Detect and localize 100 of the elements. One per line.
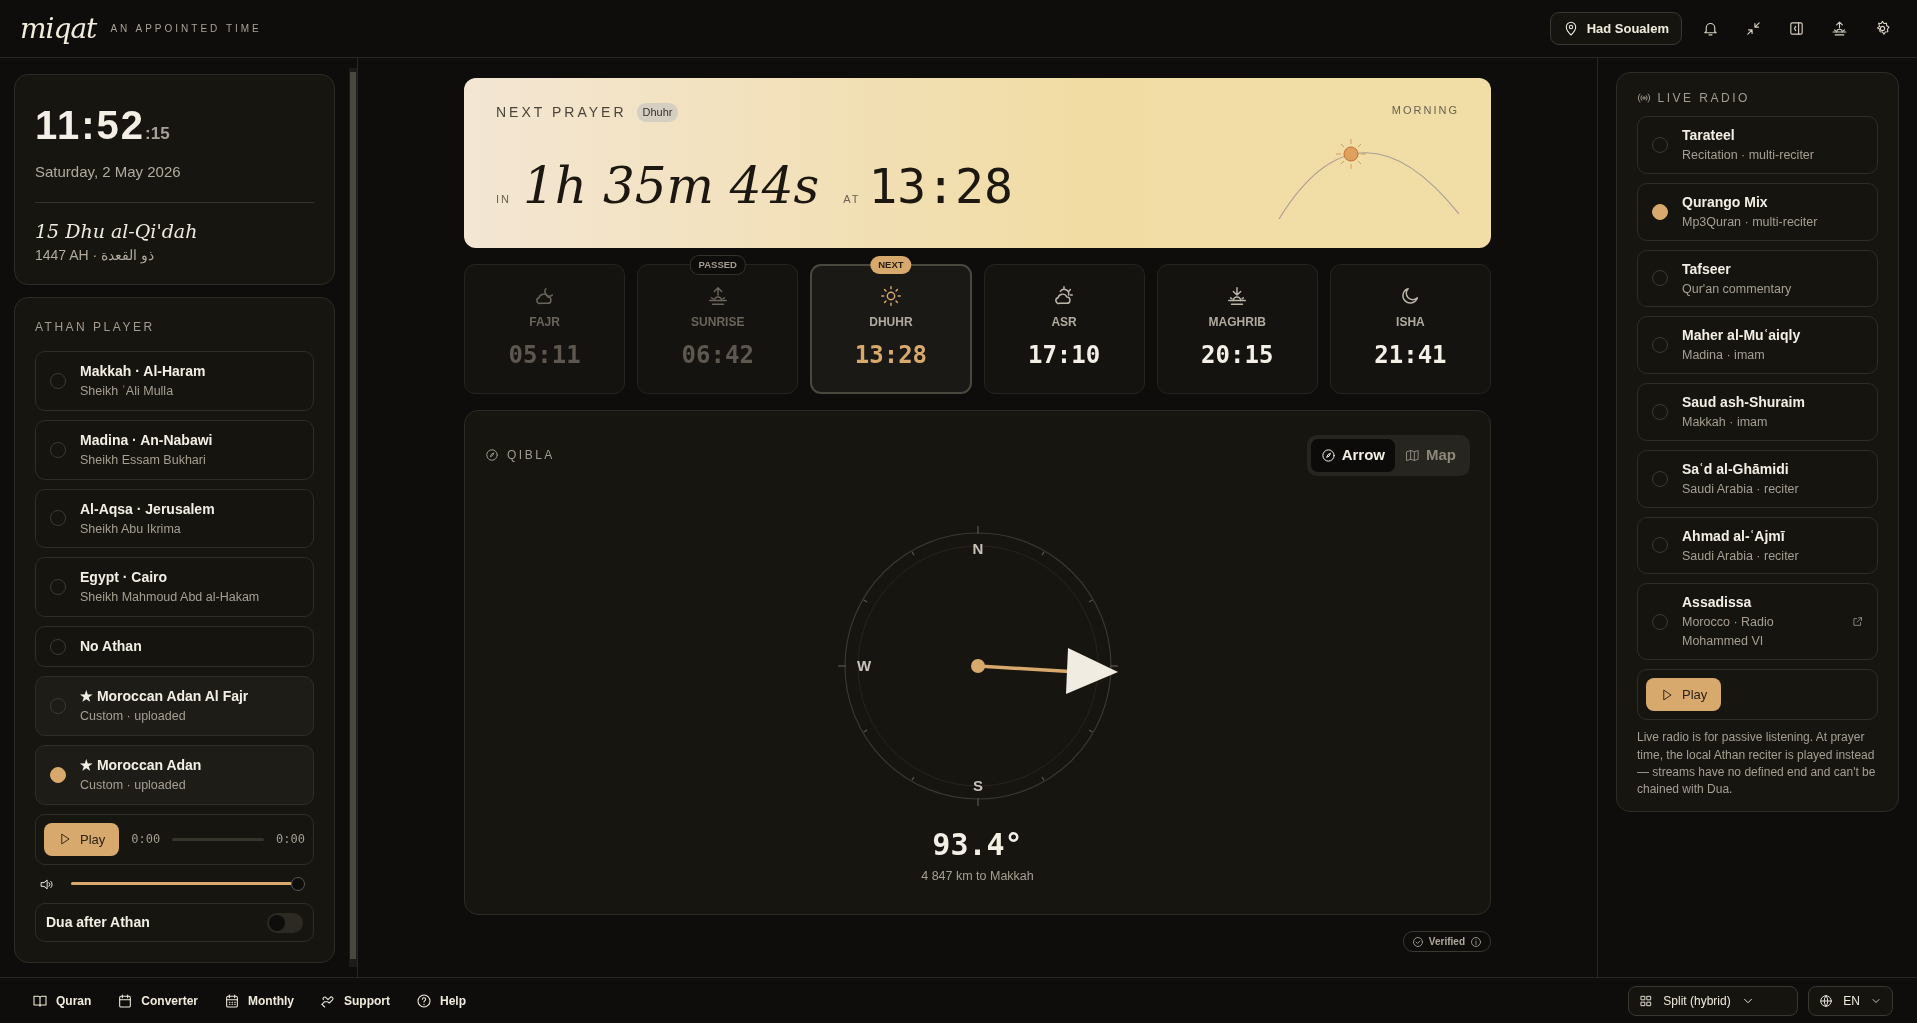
athan-option[interactable]: ★ Moroccan Adan Al Fajr Custom · uploaded: [35, 676, 314, 736]
scrollbar[interactable]: [349, 68, 357, 967]
option-subtitle: Recitation · multi-reciter: [1682, 147, 1815, 164]
option-title: ★ Moroccan Adan Al Fajr: [80, 687, 250, 706]
prayer-time: 05:11: [508, 340, 581, 371]
location-button[interactable]: Had Soualem: [1549, 11, 1682, 46]
prayer-name: FAJR: [529, 314, 560, 331]
option-subtitle: Qur'an commentary: [1682, 280, 1793, 298]
gregorian-date: Saturday, 2 May 2026: [35, 162, 182, 182]
prayer-name: ISHA: [1396, 314, 1425, 331]
option-subtitle: Custom · uploaded: [80, 708, 187, 725]
footer-link[interactable]: Converter: [109, 987, 207, 1014]
help-icon: [416, 992, 433, 1009]
sunrise-icon: [706, 285, 729, 307]
view-tab[interactable]: Map: [1395, 439, 1466, 472]
radio-station-option[interactable]: Tafseer Qur'an commentary: [1637, 249, 1878, 308]
footer-link[interactable]: Support: [312, 987, 399, 1014]
status-badge: NEXT: [870, 256, 912, 275]
radio-station-option[interactable]: Tarateel Recitation · multi-reciter: [1637, 116, 1878, 174]
footer-link[interactable]: Quran: [24, 987, 100, 1014]
option-subtitle: Makkah · imam: [1682, 414, 1769, 431]
option-title: Tarateel: [1682, 126, 1736, 145]
option-title: Saʿd al-Ghāmidi: [1682, 459, 1790, 479]
slider-thumb[interactable]: [291, 877, 306, 891]
radio-station-option[interactable]: Ahmad al-ʿAjmī Saudi Arabia · reciter: [1637, 516, 1878, 575]
app-tagline: AN APPOINTED TIME: [110, 22, 262, 36]
athan-option[interactable]: Madina · An-Nabawi Sheikh Essam Bukhari: [35, 419, 314, 480]
athan-option[interactable]: Egypt · Cairo Sheikh Mahmoud Abd al-Hakam: [35, 557, 314, 617]
qibla-bearing: 93.4°: [932, 826, 1023, 864]
sun-icon: [879, 285, 902, 307]
compass-icon: [1320, 447, 1336, 463]
in-label: IN: [496, 192, 511, 207]
calendar-icon: [224, 992, 241, 1009]
compass-icon: [485, 448, 499, 463]
play-button[interactable]: Play: [1646, 677, 1722, 712]
view-tab[interactable]: Arrow: [1310, 439, 1395, 472]
option-subtitle: Saudi Arabia · reciter: [1682, 480, 1800, 498]
option-title: Makkah · Al-Haram: [80, 362, 207, 381]
bell-icon: [1702, 20, 1719, 37]
prayer-time: 21:41: [1374, 340, 1447, 371]
radio-station-option[interactable]: Maher al-Muʿaiqly Madina · imam: [1637, 316, 1878, 374]
radio-button[interactable]: [1652, 203, 1668, 220]
option-subtitle: Sheikh ʿAli Mulla: [80, 383, 175, 400]
language-dropdown[interactable]: EN: [1808, 985, 1893, 1016]
option-title: Madina · An-Nabawi: [80, 430, 214, 450]
hijri-date: 15 Dhu al-Qi'dah: [35, 218, 199, 244]
banner-label: NEXT PRAYER: [496, 103, 627, 122]
compass-letter: S: [972, 776, 983, 794]
prayer-name: SUNRISE: [691, 314, 745, 331]
radio-station-option[interactable]: Assadissa Morocco · Radio Mohammed VI: [1637, 583, 1878, 660]
play-icon: [58, 832, 72, 847]
clock-time: 11:52: [35, 103, 146, 147]
compass-letter: W: [856, 656, 871, 674]
app-logo: miqat: [20, 10, 97, 47]
section-title: ATHAN PLAYER: [35, 319, 156, 336]
footer-link[interactable]: Help: [408, 987, 475, 1014]
progress-track[interactable]: [172, 837, 265, 841]
athan-option[interactable]: Makkah · Al-Haram Sheikh ʿAli Mulla: [35, 351, 314, 411]
sunset-icon: [1226, 285, 1249, 307]
option-subtitle: Mp3Quran · multi-reciter: [1682, 213, 1819, 231]
total-time: 0:00: [276, 831, 305, 849]
athan-option[interactable]: ★ Moroccan Adan Custom · uploaded: [35, 744, 314, 805]
radio-icon: [1637, 91, 1651, 105]
athan-option[interactable]: Al-Aqsa · Jerusalem Sheikh Abu Ikrima: [35, 488, 314, 549]
radio-station-option[interactable]: Qurango Mix Mp3Quran · multi-reciter: [1637, 182, 1878, 241]
option-title: Al-Aqsa · Jerusalem: [80, 499, 216, 519]
collapse-icon: [1745, 20, 1762, 37]
toggle-switch[interactable]: [267, 912, 303, 933]
radio-station-option[interactable]: Saʿd al-Ghāmidi Saudi Arabia · reciter: [1637, 449, 1878, 508]
dua-label: Dua after Athan: [46, 913, 150, 932]
prayer-chip: Dhuhr: [636, 103, 679, 122]
option-title: No Athan: [80, 637, 143, 656]
option-subtitle: Saudi Arabia · reciter: [1682, 547, 1800, 565]
day-phase: MORNING: [1391, 103, 1459, 118]
play-button[interactable]: Play: [44, 822, 120, 856]
option-title: Qurango Mix: [1682, 192, 1769, 212]
compass-letter: N: [972, 539, 983, 557]
option-title: Maher al-Muʿaiqly: [1682, 326, 1802, 346]
at-label: AT: [843, 192, 861, 207]
play-icon: [1660, 687, 1674, 702]
prayer-time: 20:15: [1201, 340, 1274, 371]
radio-station-option[interactable]: Saud ash-Shuraim Makkah · imam: [1637, 383, 1878, 441]
footer-link[interactable]: Monthly: [216, 987, 303, 1014]
panel-icon: [1788, 20, 1805, 37]
cloud-moon-icon: [533, 285, 556, 307]
cloud-sun-icon: [1053, 285, 1076, 307]
option-subtitle: Sheikh Abu Ikrima: [80, 520, 182, 538]
athan-option[interactable]: No Athan: [35, 626, 314, 667]
info-icon: [1470, 935, 1482, 948]
sunrise-icon: [1831, 20, 1848, 37]
prayer-name: DHUHR: [869, 314, 913, 331]
option-title: Tafseer: [1682, 259, 1732, 279]
prayer-time: 13:28: [868, 157, 1013, 216]
option-title: Egypt · Cairo: [80, 568, 169, 588]
option-subtitle: Custom · uploaded: [80, 776, 187, 794]
layout-dropdown[interactable]: Split (hybrid): [1628, 985, 1799, 1016]
status-badge: PASSED: [689, 255, 746, 276]
map-icon: [1405, 447, 1420, 463]
radio-button[interactable]: [50, 766, 66, 783]
option-subtitle: Madina · imam: [1682, 347, 1766, 365]
